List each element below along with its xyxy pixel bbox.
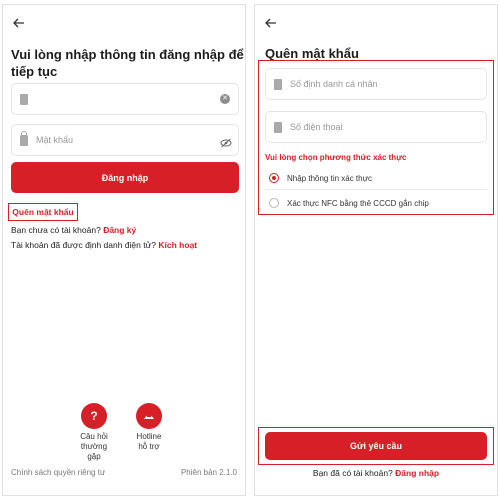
- login-link[interactable]: Đăng nhập: [395, 468, 439, 478]
- id-number-field[interactable]: ✕: [11, 83, 239, 115]
- activate-link[interactable]: Kích hoạt: [158, 240, 197, 250]
- divider: [265, 189, 487, 190]
- phone-number-field[interactable]: Số điện thoại: [265, 111, 487, 143]
- hotline-button[interactable]: Hotline hỗ trợ: [129, 403, 169, 452]
- privacy-policy-link[interactable]: Chính sách quyền riêng tư: [11, 468, 105, 477]
- forgot-password-screen: Quên mật khẩu Số định danh cá nhân Số đi…: [254, 4, 498, 496]
- id-card-icon: [274, 78, 282, 90]
- phone-icon: [274, 121, 282, 133]
- lock-icon: [20, 130, 28, 146]
- login-screen: Vui lòng nhập thông tin đăng nhập để tiế…: [2, 4, 246, 496]
- question-icon: ?: [81, 403, 107, 429]
- password-field[interactable]: Mật khẩu: [11, 124, 239, 156]
- id-card-icon: [20, 93, 28, 105]
- radio-checked-icon[interactable]: [269, 173, 279, 183]
- eye-slash-icon[interactable]: [220, 135, 232, 148]
- activate-line: Tài khoản đã được định danh điện tử? Kíc…: [11, 240, 198, 250]
- login-button[interactable]: Đăng nhập: [11, 162, 239, 193]
- id-number-field[interactable]: Số định danh cá nhân: [265, 68, 487, 100]
- login-line: Bạn đã có tài khoản? Đăng nhập: [312, 468, 440, 478]
- login-title: Vui lòng nhập thông tin đăng nhập để tiế…: [11, 47, 244, 79]
- verify-method-label: Vui lòng chọn phương thức xác thực: [265, 153, 407, 162]
- back-arrow-icon[interactable]: [11, 15, 27, 31]
- back-arrow-icon[interactable]: [263, 15, 279, 31]
- version-text: Phiên bản 2.1.0: [180, 468, 237, 477]
- forgot-password-highlight[interactable]: Quên mật khẩu: [8, 203, 78, 221]
- radio-unchecked-icon[interactable]: [269, 198, 279, 208]
- hotline-icon: [136, 403, 162, 429]
- forgot-password-link[interactable]: Quên mật khẩu: [12, 207, 73, 217]
- clear-icon[interactable]: ✕: [220, 94, 230, 104]
- register-line: Bạn chưa có tài khoản? Đăng ký: [11, 225, 137, 235]
- submit-request-button[interactable]: Gửi yêu cầu: [265, 432, 487, 460]
- faq-button[interactable]: ? Câu hỏi thường gặp: [74, 403, 114, 462]
- option-nfc-verify[interactable]: Xác thực NFC bằng thẻ CCCD gắn chip: [269, 198, 429, 208]
- register-link[interactable]: Đăng ký: [103, 225, 136, 235]
- option-manual-verify[interactable]: Nhập thông tin xác thực: [269, 173, 372, 183]
